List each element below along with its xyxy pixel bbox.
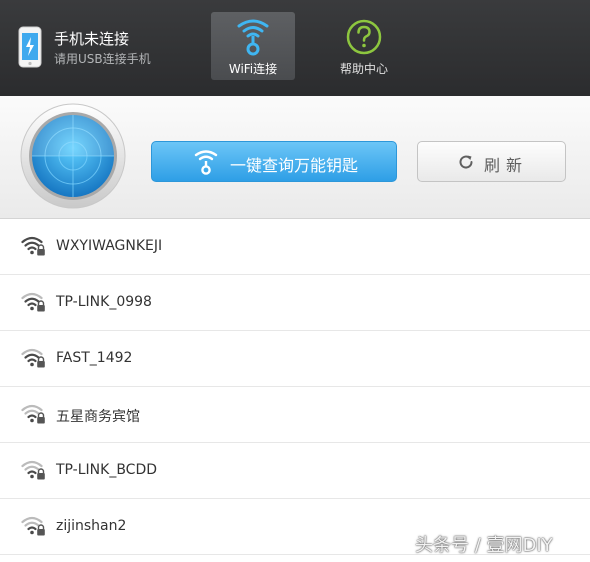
phone-usb-icon: [18, 26, 42, 68]
refresh-button[interactable]: 刷新: [417, 141, 566, 182]
wifi-locked-icon: [21, 291, 47, 313]
connection-status-title: 手机未连接: [54, 30, 130, 48]
wifi-locked-icon: [21, 459, 47, 481]
wifi-network-item[interactable]: TP-LINK_BCDD: [0, 443, 590, 499]
tab-wifi-connect-label: WiFi连接: [228, 62, 278, 76]
wifi-network-item[interactable]: WXYIWAGNKEJI: [0, 219, 590, 275]
wifi-locked-icon: [21, 403, 47, 425]
wifi-network-list: WXYIWAGNKEJI TP-LINK_0998 FAST_1492 五星商务…: [0, 219, 590, 555]
tab-help-center[interactable]: 帮助中心: [322, 12, 406, 80]
wifi-ssid: TP-LINK_BCDD: [56, 462, 158, 478]
top-header: 手机未连接 请用USB连接手机 WiFi连接 帮助中心: [0, 0, 590, 96]
connection-status-subtitle: 请用USB连接手机: [54, 52, 151, 66]
watermark: 头条号 / 壹网DIY: [415, 535, 553, 556]
radar-scan-icon: [20, 103, 126, 209]
wifi-key-icon: [192, 149, 220, 175]
wifi-network-item[interactable]: 五星商务宾馆: [0, 387, 590, 443]
refresh-icon: [458, 154, 474, 170]
tab-wifi-connect[interactable]: WiFi连接: [211, 12, 295, 80]
wifi-ssid: 五星商务宾馆: [56, 409, 140, 425]
query-master-key-button[interactable]: 一键查询万能钥匙: [151, 141, 397, 182]
wifi-network-item[interactable]: TP-LINK_0998: [0, 275, 590, 331]
wifi-ssid: WXYIWAGNKEJI: [56, 238, 163, 254]
query-master-key-label: 一键查询万能钥匙: [230, 156, 359, 175]
wifi-locked-icon: [21, 515, 47, 537]
wifi-ssid: FAST_1492: [56, 350, 133, 366]
refresh-label: 刷新: [484, 156, 529, 175]
wifi-locked-icon: [21, 235, 47, 257]
wifi-key-icon: [233, 18, 273, 56]
action-bar: 一键查询万能钥匙 刷新: [0, 96, 590, 219]
wifi-network-item[interactable]: FAST_1492: [0, 331, 590, 387]
wifi-locked-icon: [21, 347, 47, 369]
wifi-ssid: zijinshan2: [56, 518, 127, 534]
help-icon: [344, 18, 384, 56]
wifi-ssid: TP-LINK_0998: [56, 294, 152, 310]
tab-help-center-label: 帮助中心: [339, 62, 388, 76]
